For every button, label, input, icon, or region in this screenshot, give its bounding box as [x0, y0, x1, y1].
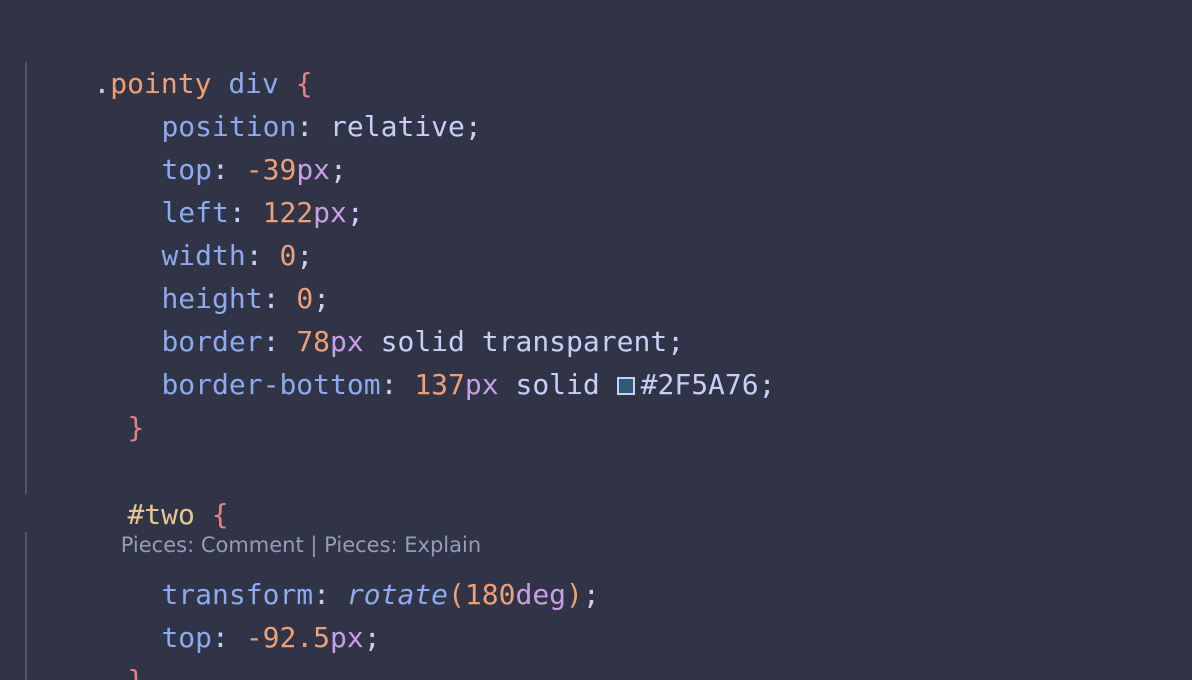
- color-swatch-icon[interactable]: [616, 377, 635, 395]
- property-name: top: [161, 621, 213, 654]
- code-editor[interactable]: .pointy div { position: relative; top: -…: [0, 0, 1192, 680]
- unit: px: [464, 368, 499, 401]
- color-value: #2F5A76: [640, 368, 759, 401]
- code-line-9[interactable]: }: [60, 363, 144, 444]
- code-line-8[interactable]: border-bottom: 137px solid #2F5A76;: [94, 320, 775, 401]
- close-brace: }: [127, 411, 145, 444]
- close-brace: }: [127, 664, 144, 680]
- code-line-13[interactable]: top: -92.5px;: [94, 573, 380, 654]
- property-name: border-bottom: [161, 368, 381, 401]
- number-value: -92.5: [245, 621, 331, 654]
- code-line-5[interactable]: width: 0;: [94, 191, 313, 272]
- code-line-2[interactable]: position: relative;: [94, 62, 481, 143]
- code-line-14[interactable]: }: [60, 616, 144, 680]
- number-value: 137: [414, 368, 465, 401]
- code-line-6[interactable]: height: 0;: [94, 234, 330, 315]
- property-value: solid: [515, 368, 600, 401]
- unit: deg: [515, 578, 567, 611]
- code-line-12[interactable]: transform: rotate(180deg);: [94, 530, 599, 611]
- code-line-3[interactable]: top: -39px;: [94, 105, 346, 186]
- indent-guide: [25, 532, 27, 680]
- code-line-7[interactable]: border: 78px solid transparent;: [94, 277, 684, 358]
- number-value: 180: [464, 578, 516, 611]
- code-line-11[interactable]: #two {: [60, 450, 228, 531]
- pieces-codelens: Pieces: Comment | Pieces: Explain: [94, 500, 481, 557]
- code-line-4[interactable]: left: 122px;: [94, 148, 363, 229]
- unit: px: [330, 621, 364, 654]
- property-value: relative: [330, 110, 465, 143]
- unit: px: [313, 196, 347, 229]
- code-line-1[interactable]: .pointy div {: [26, 19, 312, 100]
